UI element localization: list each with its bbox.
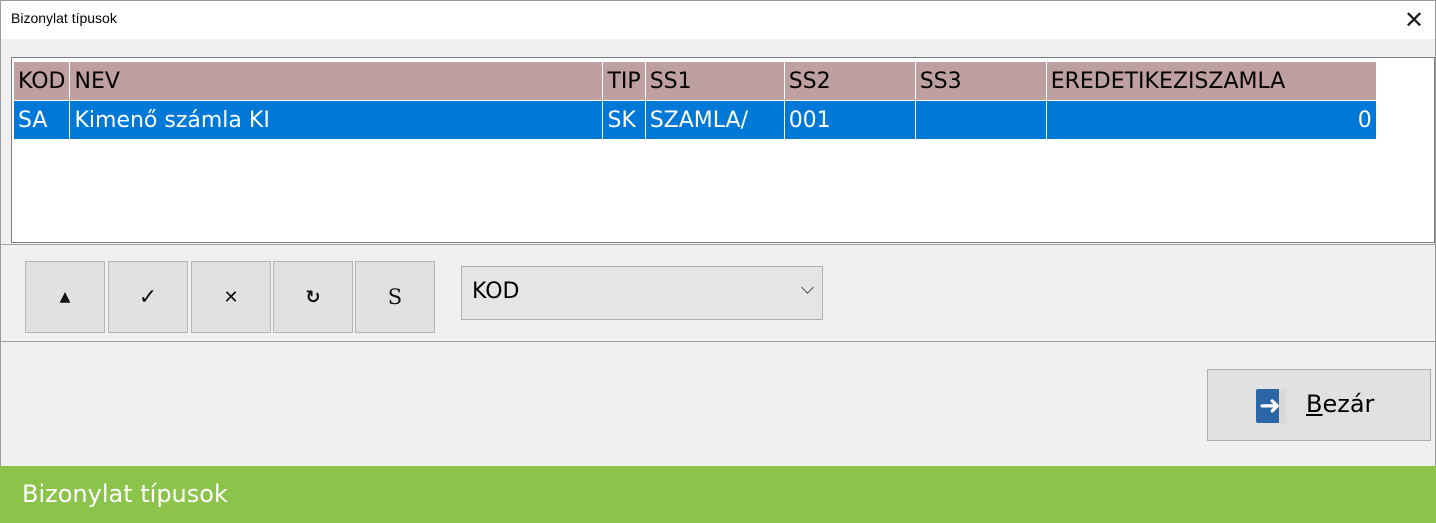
select-value: KOD: [472, 279, 520, 304]
sort-field-select[interactable]: KOD: [461, 266, 823, 320]
triangle-up-icon: ▲: [59, 289, 71, 305]
divider: [1, 341, 1435, 342]
close-button-label: Bezár: [1306, 390, 1375, 418]
confirm-button[interactable]: ✓: [108, 261, 188, 333]
close-dialog-button[interactable]: ➜ Bezár: [1207, 369, 1431, 441]
window-title: Bizonylat típusok: [11, 10, 117, 26]
column-header-nev[interactable]: NEV: [69, 62, 604, 101]
cell-ss2[interactable]: 001: [784, 100, 916, 139]
cell-ss1[interactable]: SZAMLA/: [645, 100, 785, 139]
dialog-window: Bizonylat típusok ✕ KOD NEV TIP SS1 SS2 …: [0, 0, 1436, 467]
column-header-kod[interactable]: KOD: [14, 62, 71, 101]
cell-ss3[interactable]: [915, 100, 1047, 139]
x-icon: ✕: [223, 286, 239, 308]
cell-eredetikeziszamla[interactable]: 0: [1046, 100, 1377, 139]
column-header-tip[interactable]: TIP: [602, 62, 646, 101]
cell-tip[interactable]: SK: [602, 100, 646, 139]
close-icon[interactable]: ✕: [1399, 5, 1429, 35]
column-header-eredetikeziszamla[interactable]: EREDETIKEZISZAMLA: [1046, 62, 1377, 101]
title-bar: Bizonylat típusok ✕: [1, 1, 1435, 39]
s-label: S: [387, 285, 403, 309]
move-up-button[interactable]: ▲: [25, 261, 105, 333]
column-header-ss1[interactable]: SS1: [645, 62, 785, 101]
data-grid[interactable]: KOD NEV TIP SS1 SS2 SS3 EREDETIKEZISZAML…: [11, 57, 1435, 243]
grid-table: KOD NEV TIP SS1 SS2 SS3 EREDETIKEZISZAML…: [14, 62, 1377, 139]
refresh-icon: ↻: [305, 286, 321, 308]
cell-kod[interactable]: SA: [14, 100, 71, 139]
s-button[interactable]: S: [355, 261, 435, 333]
divider: [1, 244, 1435, 245]
footer-caption-bar: Bizonylat típusok: [0, 466, 1436, 523]
exit-icon: ➜: [1256, 389, 1286, 423]
grid-header-row: KOD NEV TIP SS1 SS2 SS3 EREDETIKEZISZAML…: [14, 62, 1377, 101]
cell-nev[interactable]: Kimenő számla KI: [69, 100, 604, 139]
checkmark-icon: ✓: [138, 284, 158, 310]
refresh-button[interactable]: ↻: [273, 261, 353, 333]
column-header-ss3[interactable]: SS3: [915, 62, 1047, 101]
column-header-ss2[interactable]: SS2: [784, 62, 916, 101]
table-row[interactable]: SA Kimenő számla KI SK SZAMLA/ 001 0: [14, 100, 1377, 139]
cancel-button[interactable]: ✕: [191, 261, 271, 333]
chevron-down-icon: [801, 281, 814, 294]
footer-caption: Bizonylat típusok: [22, 480, 228, 508]
